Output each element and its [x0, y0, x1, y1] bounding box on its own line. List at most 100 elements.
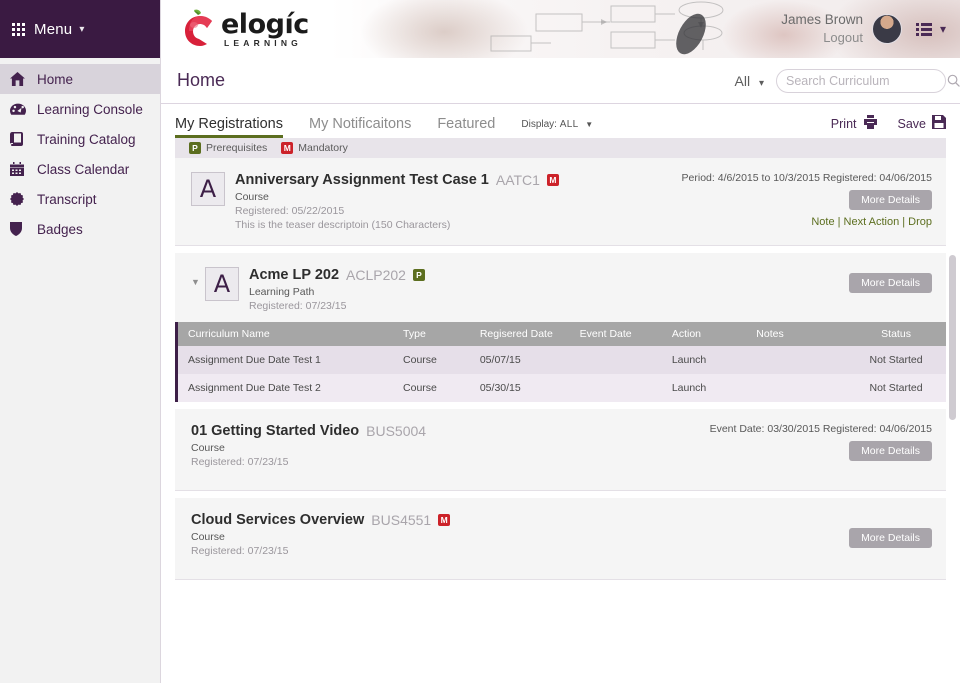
course-type: Learning Path: [249, 286, 712, 298]
search-icon[interactable]: [947, 74, 960, 87]
course-action-links[interactable]: Note | Next Action | Drop: [811, 216, 932, 228]
caret-down-icon: ▼: [585, 120, 593, 129]
cell-registered-date: 05/07/15: [470, 346, 570, 374]
printer-icon: [863, 115, 878, 132]
mandatory-badge: M: [547, 174, 559, 186]
elogic-learning-logo: elogíc LEARNING: [181, 9, 309, 49]
sidebar-item-label: Learning Console: [37, 102, 143, 117]
course-type: Course: [191, 531, 712, 543]
registrations-list: A Anniversary Assignment Test Case 1 AAT…: [161, 158, 960, 580]
registration-card[interactable]: 01 Getting Started Video BUS5004 Course …: [175, 409, 946, 491]
tab-label: My Notificaitons: [309, 116, 411, 132]
course-registered: Registered: 07/23/15: [191, 545, 712, 557]
column-header-curriculum-name: Curriculum Name: [178, 322, 393, 346]
column-header-status: Status: [846, 322, 946, 346]
course-title: Cloud Services Overview: [191, 512, 364, 528]
cell-event-date: [570, 374, 662, 402]
table-header-row: Curriculum Name Type Regisered Date Even…: [178, 322, 946, 346]
course-meta: Period: 4/6/2015 to 10/3/2015 Registered…: [682, 172, 932, 184]
table-row[interactable]: Assignment Due Date Test 1 Course 05/07/…: [178, 346, 946, 374]
column-header-action: Action: [662, 322, 746, 346]
cell-registered-date: 05/30/15: [470, 374, 570, 402]
chevron-down-icon: ▾: [79, 24, 84, 35]
column-header-registered-date: Regisered Date: [470, 322, 570, 346]
course-thumbnail: A: [191, 172, 225, 206]
tab-label: Featured: [437, 116, 495, 132]
more-details-button[interactable]: More Details: [849, 190, 932, 210]
logout-link[interactable]: Logout: [781, 29, 863, 47]
tab-featured[interactable]: Featured: [437, 116, 495, 138]
mandatory-badge: M: [281, 142, 293, 154]
registration-card[interactable]: A Anniversary Assignment Test Case 1 AAT…: [175, 158, 946, 246]
menu-button[interactable]: Menu ▾: [0, 0, 160, 58]
table-row[interactable]: Assignment Due Date Test 2 Course 05/30/…: [178, 374, 946, 402]
cell-status: Not Started: [846, 374, 946, 402]
sidebar-item-learning-console[interactable]: Learning Console: [0, 94, 160, 124]
sidebar-nav: Home Learning Console Training Catalog C…: [0, 58, 160, 244]
course-title: 01 Getting Started Video: [191, 423, 359, 439]
legend-label: Prerequisites: [206, 142, 267, 154]
book-icon: [10, 131, 30, 147]
sidebar-item-transcript[interactable]: Transcript: [0, 184, 160, 214]
page-titlebar: Home All ▾: [161, 58, 960, 104]
cell-action[interactable]: Launch: [662, 374, 746, 402]
sidebar-item-label: Training Catalog: [37, 132, 136, 147]
sidebar-item-class-calendar[interactable]: Class Calendar: [0, 154, 160, 184]
scope-filter-dropdown[interactable]: All ▾: [735, 73, 764, 89]
registration-card[interactable]: ▼ A Acme LP 202 ACLP202 P Learning Path …: [175, 253, 946, 322]
course-registered: Registered: 07/23/15: [249, 300, 712, 312]
tab-my-notifications[interactable]: My Notificaitons: [309, 116, 411, 138]
save-button[interactable]: Save: [898, 115, 947, 132]
logo-tagline: LEARNING: [221, 39, 309, 48]
registration-card[interactable]: Cloud Services Overview BUS4551 M Course…: [175, 498, 946, 580]
dashboard-icon: [10, 101, 30, 117]
course-code: AATC1: [496, 172, 540, 188]
apple-logo-icon: [181, 9, 219, 49]
tab-my-registrations[interactable]: My Registrations: [175, 116, 283, 138]
home-icon: [10, 71, 30, 87]
course-code: BUS4551: [371, 512, 431, 528]
course-type: Course: [191, 442, 710, 454]
course-title: Anniversary Assignment Test Case 1: [235, 172, 489, 188]
print-button[interactable]: Print: [831, 115, 878, 132]
header-menu-button[interactable]: ▾: [916, 22, 946, 36]
tab-label: My Registrations: [175, 116, 283, 132]
sidebar-item-home[interactable]: Home: [0, 64, 160, 94]
logo-wordmark: elogíc: [221, 11, 309, 38]
more-details-button[interactable]: More Details: [849, 441, 932, 461]
scope-filter-label: All: [735, 73, 751, 89]
sidebar-item-label: Transcript: [37, 192, 97, 207]
app-header: elogíc LEARNING James Brown Logout ▾: [161, 0, 960, 58]
course-thumbnail: A: [205, 267, 239, 301]
sidebar-item-label: Class Calendar: [37, 162, 129, 177]
more-details-button[interactable]: More Details: [849, 273, 932, 293]
triangle-down-icon[interactable]: ▼: [191, 267, 203, 312]
column-header-type: Type: [393, 322, 470, 346]
column-header-event-date: Event Date: [570, 322, 662, 346]
avatar[interactable]: [872, 14, 902, 44]
cell-action[interactable]: Launch: [662, 346, 746, 374]
prerequisite-badge: P: [413, 269, 425, 281]
floppy-disk-icon: [932, 115, 946, 132]
print-label: Print: [831, 117, 857, 131]
more-details-button[interactable]: More Details: [849, 528, 932, 548]
learning-path-table: Curriculum Name Type Regisered Date Even…: [175, 322, 946, 402]
chevron-down-icon: ▾: [759, 78, 764, 89]
shield-icon: [10, 221, 30, 237]
column-header-notes: Notes: [746, 322, 846, 346]
search-input[interactable]: [786, 74, 947, 88]
cell-type: Course: [393, 374, 470, 402]
course-teaser: This is the teaser descriptoin (150 Char…: [235, 219, 682, 231]
legend-item-mandatory: M Mandatory: [281, 142, 348, 154]
sidebar-item-training-catalog[interactable]: Training Catalog: [0, 124, 160, 154]
display-filter-dropdown[interactable]: Display: ALL ▼: [521, 119, 593, 138]
search-box[interactable]: [776, 69, 946, 93]
page-title: Home: [177, 70, 735, 91]
main-content: elogíc LEARNING James Brown Logout ▾ Hom…: [160, 0, 960, 683]
cell-notes: [746, 374, 846, 402]
legend-label: Mandatory: [298, 142, 348, 154]
sidebar-item-badges[interactable]: Badges: [0, 214, 160, 244]
card-divider: [175, 491, 946, 498]
vertical-scrollbar[interactable]: [949, 255, 956, 420]
calendar-icon: [10, 161, 30, 177]
